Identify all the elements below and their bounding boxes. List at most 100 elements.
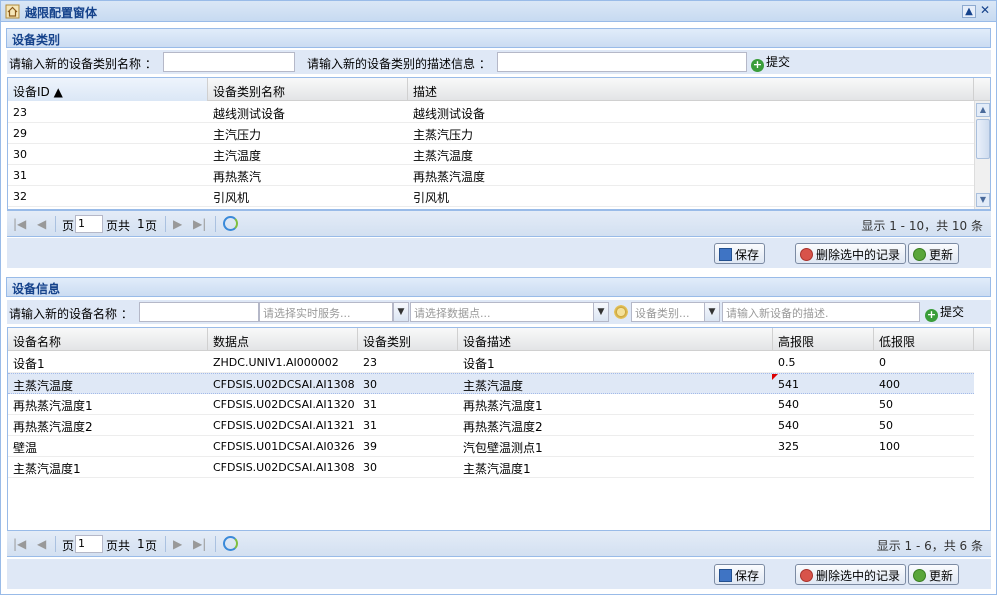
cell-high-limit: 540 — [778, 398, 799, 411]
cell-device-id: 29 — [13, 127, 27, 140]
table-row[interactable]: 31 再热蒸汽 再热蒸汽温度 — [8, 165, 974, 186]
pager-separator — [165, 536, 166, 552]
category-form: 请输入新的设备类别名称 ： 请输入新的设备类别的描述信息 ： + 提交 — [7, 50, 991, 74]
device-category-select[interactable]: 设备类别... — [631, 302, 705, 322]
update-icon — [913, 248, 926, 261]
column-header-device-name[interactable]: 设备名称 — [8, 328, 208, 351]
table-row[interactable]: 设备1 ZHDC.UNIV1.AI000002 23 设备1 0.5 0 — [8, 352, 974, 373]
last-page-icon[interactable]: ▶| — [193, 217, 206, 231]
device-update-button[interactable]: 更新 — [908, 564, 960, 585]
device-grid: 设备名称 数据点 设备类别 设备描述 高报限 低报限 设备1 ZHDC.UNIV1… — [7, 327, 991, 533]
total-pages: 1 — [137, 217, 145, 231]
device-pager: |◀ ◀ 页 1 页共 1 页 ▶ ▶| 显示 1 - 6，共 6 条 — [7, 530, 991, 557]
device-delete-button[interactable]: 删除选中的记录 — [795, 564, 907, 585]
cell-low-limit — [874, 457, 974, 478]
column-header-device-category[interactable]: 设备类别 — [358, 328, 458, 351]
close-icon[interactable]: ✕ — [978, 4, 992, 18]
device-submit-button[interactable]: + 提交 — [925, 303, 964, 322]
column-header-category-name[interactable]: 设备类别名称 — [208, 78, 408, 101]
scroll-thumb[interactable] — [976, 119, 990, 159]
device-name-input[interactable] — [139, 302, 259, 322]
category-grid-scrollbar[interactable]: ▲ ▼ — [974, 101, 990, 209]
device-button-bar: 保存 删除选中的记录 更新 — [7, 559, 991, 589]
cell-device-desc: 设备1 — [463, 357, 495, 371]
column-header-description[interactable]: 描述 — [408, 78, 974, 101]
category-save-button[interactable]: 保存 — [714, 243, 766, 264]
pager-info: 显示 1 - 10，共 10 条 — [861, 219, 983, 233]
config-window: 越限配置窗体 ▲ ✕ 设备类别 请输入新的设备类别名称 ： 请输入新的设备类别的… — [0, 0, 997, 595]
cell-device-category: 30 — [363, 378, 377, 391]
category-delete-button[interactable]: 删除选中的记录 — [795, 243, 907, 264]
first-page-icon[interactable]: |◀ — [13, 537, 26, 551]
pager-info: 显示 1 - 6，共 6 条 — [876, 539, 983, 553]
refresh-icon[interactable] — [223, 536, 238, 551]
realtime-service-select[interactable]: 请选择实时服务... — [259, 302, 393, 322]
first-page-icon[interactable]: |◀ — [13, 217, 26, 231]
table-row[interactable]: 29 主汽压力 主蒸汽压力 — [8, 123, 974, 144]
category-section-header[interactable]: 设备类别 — [6, 28, 991, 48]
column-header-data-point[interactable]: 数据点 — [208, 328, 358, 351]
category-grid: 设备ID ▲ 设备类别名称 描述 23 越线测试设备 越线测试设备 29 主汽压力 主蒸汽… — [7, 77, 991, 210]
page-number-input[interactable]: 1 — [75, 215, 103, 233]
delete-icon — [800, 248, 813, 261]
category-name-label: 请输入新的设备类别名称 ： — [9, 57, 157, 71]
column-header-device-id[interactable]: 设备ID ▲ — [8, 78, 208, 101]
cell-device-desc: 汽包壁温测点1 — [463, 441, 543, 455]
gear-icon[interactable] — [613, 304, 629, 320]
category-pager: |◀ ◀ 页 1 页共 1 页 ▶ ▶| 显示 1 - 10，共 10 条 — [7, 210, 991, 237]
device-section-header[interactable]: 设备信息 — [6, 277, 991, 297]
category-submit-button[interactable]: + 提交 — [751, 53, 790, 72]
save-icon — [719, 248, 732, 261]
chevron-down-icon[interactable]: ▼ — [704, 302, 720, 322]
pager-separator — [55, 536, 56, 552]
device-save-button[interactable]: 保存 — [714, 564, 766, 585]
pager-separator — [215, 536, 216, 552]
cell-device-category: 30 — [363, 461, 377, 474]
cell-category-name: 再热蒸汽 — [213, 170, 262, 184]
table-row[interactable]: 主蒸汽温度 CFDSIS.U02DCSAI.AI1308 30 主蒸汽温度 541 400 — [8, 373, 974, 394]
cell-device-id: 32 — [13, 190, 27, 203]
prev-page-icon[interactable]: ◀ — [37, 537, 46, 551]
category-name-input[interactable] — [163, 52, 295, 72]
scroll-down-icon[interactable]: ▼ — [976, 193, 990, 207]
last-page-icon[interactable]: ▶| — [193, 537, 206, 551]
table-row[interactable]: 30 主汽温度 主蒸汽温度 — [8, 144, 974, 165]
category-button-bar: 保存 删除选中的记录 更新 — [7, 238, 991, 268]
page-label: 页 — [62, 219, 75, 233]
column-header-high-limit[interactable]: 高报限 — [773, 328, 874, 351]
category-desc-input[interactable] — [497, 52, 747, 72]
table-row[interactable]: 再热蒸汽温度2 CFDSIS.U02DCSAI.AI1321 31 再热蒸汽温度2 54… — [8, 415, 974, 436]
cell-data-point: CFDSIS.U01DCSAI.AI0326 — [213, 440, 355, 453]
table-row[interactable]: 32 引风机 引风机 — [8, 186, 974, 207]
device-desc-input[interactable]: 请输入新设备的描述. — [722, 302, 920, 322]
next-page-icon[interactable]: ▶ — [173, 217, 182, 231]
cell-data-point: CFDSIS.U02DCSAI.AI1320 — [213, 398, 355, 411]
table-row[interactable]: 23 越线测试设备 越线测试设备 — [8, 102, 974, 123]
cell-description: 主蒸汽压力 — [413, 128, 474, 142]
refresh-icon[interactable] — [223, 216, 238, 231]
cell-device-name: 再热蒸汽温度1 — [13, 399, 93, 413]
next-page-icon[interactable]: ▶ — [173, 537, 182, 551]
category-section-title: 设备类别 — [12, 33, 61, 47]
chevron-down-icon[interactable]: ▼ — [593, 302, 609, 322]
chevron-down-icon[interactable]: ▼ — [393, 302, 409, 322]
table-row[interactable]: 主蒸汽温度1 CFDSIS.U02DCSAI.AI1308 30 主蒸汽温度1 — [8, 457, 974, 478]
data-point-select[interactable]: 请选择数据点... — [410, 302, 594, 322]
cell-category-name: 主汽温度 — [213, 149, 262, 163]
table-row[interactable]: 壁温 CFDSIS.U01DCSAI.AI0326 39 汽包壁温测点1 325 100 — [8, 436, 974, 457]
prev-page-icon[interactable]: ◀ — [37, 217, 46, 231]
column-header-device-desc[interactable]: 设备描述 — [458, 328, 773, 351]
page-number-input[interactable]: 1 — [75, 535, 103, 553]
category-update-button[interactable]: 更新 — [908, 243, 960, 264]
cell-device-category: 31 — [363, 419, 377, 432]
cell-category-name: 越线测试设备 — [213, 107, 286, 121]
collapse-icon[interactable]: ▲ — [962, 5, 976, 18]
cell-device-desc: 主蒸汽温度 — [463, 379, 524, 393]
cell-device-category: 39 — [363, 440, 377, 453]
column-header-low-limit[interactable]: 低报限 — [874, 328, 974, 351]
device-section-title: 设备信息 — [12, 282, 61, 296]
cell-device-id: 31 — [13, 169, 27, 182]
save-label: 保存 — [735, 569, 760, 583]
scroll-up-icon[interactable]: ▲ — [976, 103, 990, 117]
table-row[interactable]: 再热蒸汽温度1 CFDSIS.U02DCSAI.AI1320 31 再热蒸汽温度1 54… — [8, 394, 974, 415]
